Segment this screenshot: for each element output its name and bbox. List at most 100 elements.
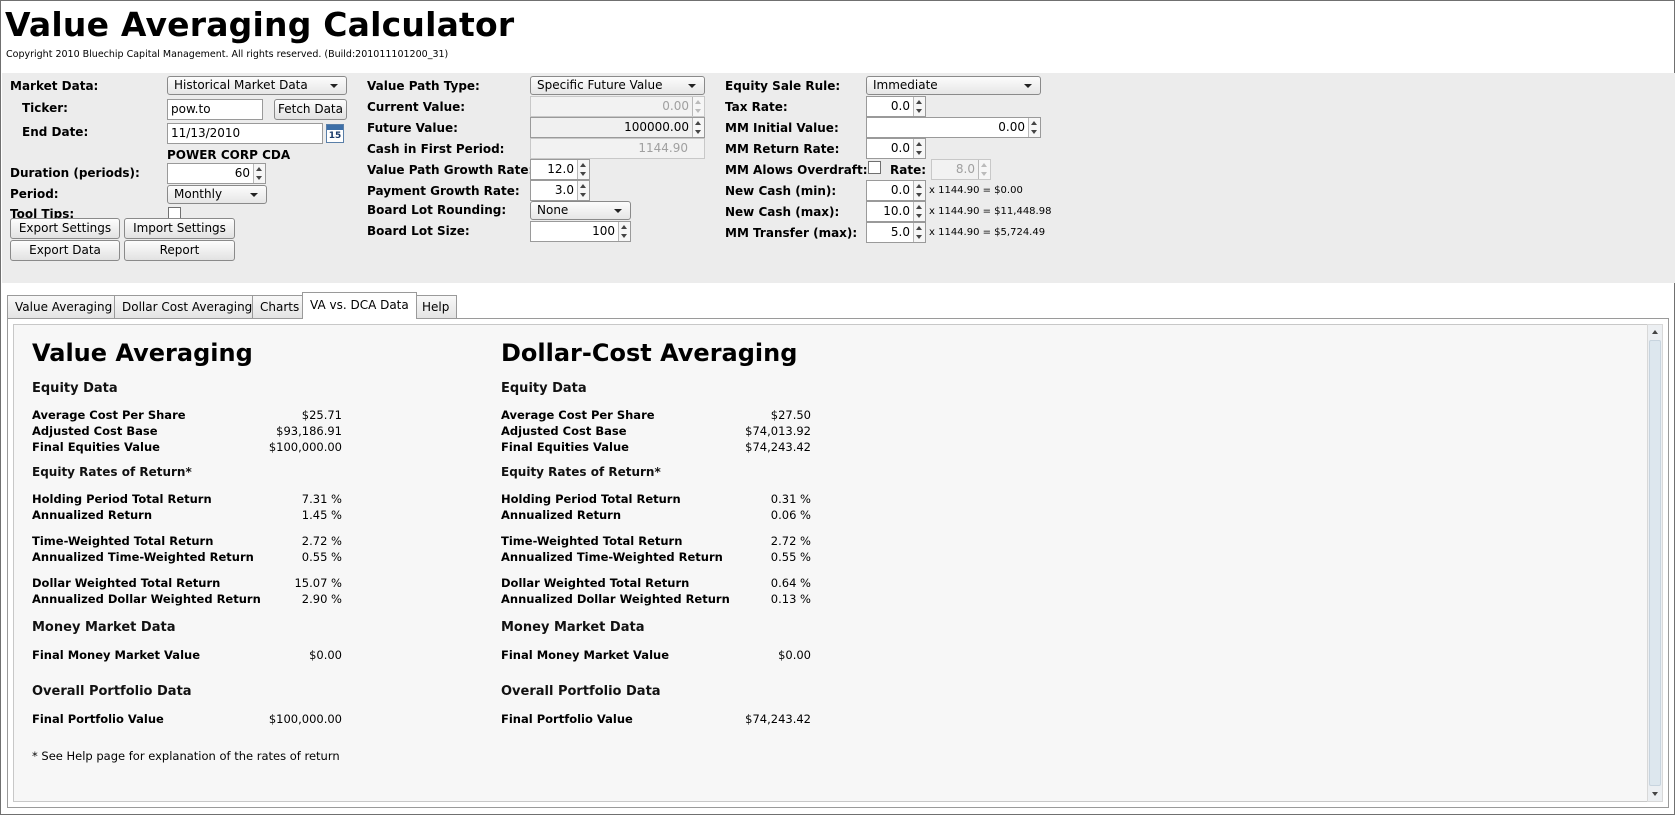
calendar-day: 15 — [328, 131, 342, 141]
dca-mm-data-heading: Money Market Data — [501, 620, 645, 635]
board-lot-size-input[interactable]: 100 — [530, 221, 631, 242]
mm-initial-value-spinner[interactable] — [1028, 118, 1040, 137]
spin-up-icon — [916, 205, 922, 209]
row-label: Holding Period Total Return — [501, 492, 681, 506]
va-final-mm-row: Final Money Market Value $0.00 — [32, 648, 342, 663]
row-value: 2.90 % — [301, 592, 342, 606]
board-lot-rounding-label: Board Lot Rounding: — [367, 203, 507, 217]
spin-up-icon — [981, 163, 987, 167]
mm-initial-value-input[interactable]: 0.00 — [866, 117, 1041, 138]
mm-transfer-max-spinner[interactable] — [913, 223, 925, 242]
payment-growth-rate-spinner[interactable] — [577, 181, 589, 200]
spin-down-icon — [580, 172, 586, 176]
dca-final-portfolio-row: Final Portfolio Value $74,243.42 — [501, 712, 811, 727]
row-value: 0.13 % — [770, 592, 811, 606]
payment-growth-rate-value: 3.0 — [554, 183, 574, 197]
current-value-spinner — [692, 97, 704, 116]
row-label: Annualized Time-Weighted Return — [501, 550, 723, 564]
dca-portfolio-heading: Overall Portfolio Data — [501, 684, 661, 699]
dca-annualized-row: Annualized Return 0.06 % — [501, 508, 811, 523]
end-date-input[interactable]: 11/13/2010 — [167, 123, 323, 144]
row-label: Adjusted Cost Base — [32, 424, 158, 438]
spin-up-icon — [256, 167, 262, 171]
new-cash-min-spinner[interactable] — [913, 181, 925, 200]
row-value: $74,013.92 — [745, 424, 811, 438]
row-value: $27.50 — [770, 408, 811, 422]
cash-first-period-value: 1144.90 — [638, 141, 688, 155]
row-value: $93,186.91 — [276, 424, 342, 438]
market-data-select[interactable]: Historical Market Data — [167, 76, 347, 95]
value-path-type-value: Specific Future Value — [537, 78, 663, 92]
spin-down-icon — [580, 193, 586, 197]
dca-dw-annualized-row: Annualized Dollar Weighted Return 0.13 % — [501, 592, 811, 607]
period-label: Period: — [10, 187, 59, 201]
ticker-input[interactable]: pow.to — [167, 99, 263, 120]
fetch-data-button[interactable]: Fetch Data — [274, 99, 347, 120]
mm-transfer-max-input[interactable]: 5.0 — [866, 222, 926, 243]
scroll-thumb[interactable] — [1649, 340, 1661, 786]
payment-growth-rate-input[interactable]: 3.0 — [530, 180, 590, 201]
row-value: 0.06 % — [770, 508, 811, 522]
future-value-input[interactable]: 100000.00 — [530, 117, 705, 138]
export-data-button[interactable]: Export Data — [10, 240, 120, 261]
board-lot-size-spinner[interactable] — [618, 222, 630, 241]
scroll-down-icon[interactable] — [1652, 792, 1658, 796]
equity-sale-rule-select[interactable]: Immediate — [866, 76, 1041, 95]
calendar-icon[interactable]: 15 — [326, 124, 344, 143]
future-value-spinner[interactable] — [692, 118, 704, 137]
row-label: Final Portfolio Value — [32, 712, 164, 726]
mm-overdraft-checkbox[interactable] — [868, 161, 881, 174]
row-value: 0.31 % — [770, 492, 811, 506]
row-value: 2.72 % — [301, 534, 342, 548]
board-lot-size-label: Board Lot Size: — [367, 224, 470, 238]
va-final-portfolio-row: Final Portfolio Value $100,000.00 — [32, 712, 342, 727]
row-label: Average Cost Per Share — [32, 408, 186, 422]
spin-down-icon — [916, 214, 922, 218]
va-dw-annualized-row: Annualized Dollar Weighted Return 2.90 % — [32, 592, 342, 607]
export-settings-button[interactable]: Export Settings — [10, 218, 120, 239]
mm-overdraft-label: MM Alows Overdraft: — [725, 163, 868, 177]
overdraft-rate-value: 8.0 — [955, 162, 975, 176]
import-settings-button[interactable]: Import Settings — [124, 218, 235, 239]
row-label: Adjusted Cost Base — [501, 424, 627, 438]
scroll-up-icon[interactable] — [1652, 330, 1658, 334]
tax-rate-spinner[interactable] — [913, 97, 925, 116]
row-label: Final Portfolio Value — [501, 712, 633, 726]
vertical-scrollbar[interactable] — [1647, 324, 1663, 802]
tax-rate-input[interactable]: 0.0 — [866, 96, 926, 117]
new-cash-max-input[interactable]: 10.0 — [866, 201, 926, 222]
spin-up-icon — [916, 142, 922, 146]
value-path-growth-rate-input[interactable]: 12.0 — [530, 159, 590, 180]
duration-spinner[interactable] — [253, 164, 265, 183]
new-cash-min-label: New Cash (min): — [725, 184, 837, 198]
chevron-down-icon — [688, 84, 696, 88]
new-cash-max-spinner[interactable] — [913, 202, 925, 221]
tab-help[interactable]: Help — [414, 295, 458, 318]
tab-panel: Value Averaging Equity Data Average Cost… — [7, 318, 1669, 808]
tab-charts[interactable]: Charts — [252, 295, 308, 318]
current-value-value: 0.00 — [662, 99, 689, 113]
mm-return-rate-input[interactable]: 0.0 — [866, 138, 926, 159]
value-path-growth-rate-spinner[interactable] — [577, 160, 589, 179]
board-lot-rounding-select[interactable]: None — [530, 201, 631, 220]
dca-adj-cost-base-row: Adjusted Cost Base $74,013.92 — [501, 424, 811, 439]
tab-va-vs-dca-data[interactable]: VA vs. DCA Data — [302, 292, 417, 319]
tab-dollar-cost-averaging[interactable]: Dollar Cost Averaging — [114, 295, 261, 318]
row-label: Average Cost Per Share — [501, 408, 655, 422]
row-label: Time-Weighted Total Return — [32, 534, 214, 548]
row-label: Dollar Weighted Total Return — [32, 576, 221, 590]
mm-return-rate-spinner[interactable] — [913, 139, 925, 158]
row-value: 0.55 % — [301, 550, 342, 564]
value-path-growth-rate-label: Value Path Growth Rate: — [367, 163, 534, 177]
spin-up-icon — [916, 100, 922, 104]
tab-value-averaging[interactable]: Value Averaging — [7, 295, 121, 318]
duration-input[interactable]: 60 — [167, 163, 266, 184]
value-path-type-select[interactable]: Specific Future Value — [530, 76, 705, 95]
period-select[interactable]: Monthly — [167, 185, 267, 204]
new-cash-min-input[interactable]: 0.0 — [866, 180, 926, 201]
dca-title: Dollar-Cost Averaging — [501, 339, 798, 367]
spin-up-icon — [621, 225, 627, 229]
mm-transfer-max-formula: x 1144.90 = $5,724.49 — [929, 227, 1046, 238]
report-button[interactable]: Report — [124, 240, 235, 261]
settings-panel: Market Data: Historical Market Data Tick… — [2, 73, 1675, 283]
